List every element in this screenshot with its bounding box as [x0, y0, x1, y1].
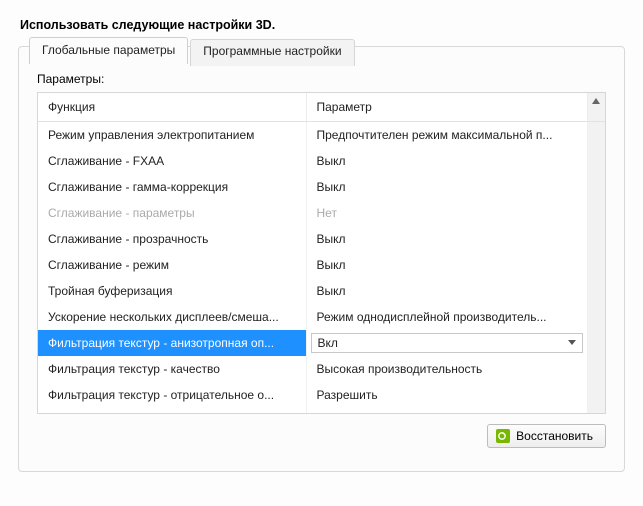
table-row[interactable]: Фильтрация текстур - отрицательное о...Р…: [38, 382, 605, 408]
setting-value[interactable]: Вкл: [306, 330, 587, 356]
scrollbar-track[interactable]: [587, 226, 605, 252]
table-row[interactable]: Ускорение нескольких дисплеев/смеша...Ре…: [38, 304, 605, 330]
table-row[interactable]: Фильтрация текстур - анизотропная оп...В…: [38, 330, 605, 356]
setting-value: Нет: [306, 200, 587, 226]
tab-program[interactable]: Программные настройки: [190, 39, 354, 66]
scrollbar-track[interactable]: [587, 356, 605, 382]
page-title: Использовать следующие настройки 3D.: [20, 18, 625, 32]
setting-value: Выкл: [306, 148, 587, 174]
scrollbar-track[interactable]: [587, 278, 605, 304]
setting-value: Выкл: [306, 174, 587, 200]
setting-value-dropdown[interactable]: Вкл: [311, 333, 583, 353]
chevron-up-icon: [588, 93, 606, 109]
setting-value: Выкл: [306, 278, 587, 304]
setting-name: Тройная буферизация: [38, 278, 306, 304]
table-row[interactable]: Сглаживание - FXAAВыкл: [38, 148, 605, 174]
setting-name: Сглаживание - режим: [38, 252, 306, 278]
scrollbar-track[interactable]: [587, 382, 605, 408]
column-header-parameter[interactable]: Параметр: [306, 93, 587, 122]
table-row[interactable]: Тройная буферизацияВыкл: [38, 278, 605, 304]
setting-value: Разрешить: [306, 382, 587, 408]
setting-name: Ускорение нескольких дисплеев/смеша...: [38, 304, 306, 330]
table-row[interactable]: Сглаживание - режимВыкл: [38, 252, 605, 278]
parameters-label: Параметры:: [37, 72, 606, 86]
setting-name: Фильтрация текстур - качество: [38, 356, 306, 382]
table-row[interactable]: Сглаживание - параметрыНет: [38, 200, 605, 226]
table-row[interactable]: Фильтрация текстур - качествоВысокая про…: [38, 356, 605, 382]
scrollbar-track[interactable]: [587, 200, 605, 226]
column-header-function[interactable]: Функция: [38, 93, 306, 122]
setting-value: Режим однодисплейной производитель...: [306, 304, 587, 330]
setting-name: Режим управления электропитанием: [38, 122, 306, 149]
setting-value: Вкл: [306, 408, 587, 414]
setting-name: Сглаживание - FXAA: [38, 148, 306, 174]
setting-value: Высокая производительность: [306, 356, 587, 382]
scrollbar-track[interactable]: [587, 174, 605, 200]
setting-name: Фильтрация текстур - анизотропная оп...: [38, 330, 306, 356]
setting-value: Выкл: [306, 226, 587, 252]
scrollbar-track[interactable]: [587, 408, 605, 414]
settings-table: Функция Параметр Режим управления электр…: [37, 92, 606, 414]
tab-global[interactable]: Глобальные параметры: [29, 37, 188, 64]
setting-name: Фильтрация текстур - отрицательное о...: [38, 382, 306, 408]
settings-panel: Глобальные параметры Программные настрой…: [18, 46, 625, 472]
tab-bar: Глобальные параметры Программные настрой…: [29, 37, 634, 64]
setting-value: Предпочтителен режим максимальной п...: [306, 122, 587, 149]
scrollbar-track[interactable]: [587, 304, 605, 330]
scrollbar-track[interactable]: [587, 330, 605, 356]
restore-button[interactable]: Восстановить: [487, 424, 606, 448]
scrollbar-track[interactable]: [587, 122, 605, 149]
scrollbar-track[interactable]: [587, 252, 605, 278]
setting-name: Фильтрация текстур - трилинейная опт...: [38, 408, 306, 414]
nvidia-icon: [496, 429, 510, 443]
scrollbar-track[interactable]: [587, 148, 605, 174]
table-row[interactable]: Режим управления электропитаниемПредпочт…: [38, 122, 605, 149]
table-row[interactable]: Фильтрация текстур - трилинейная опт...В…: [38, 408, 605, 414]
table-row[interactable]: Сглаживание - гамма-коррекцияВыкл: [38, 174, 605, 200]
setting-value: Выкл: [306, 252, 587, 278]
setting-name: Сглаживание - параметры: [38, 200, 306, 226]
restore-button-label: Восстановить: [516, 429, 593, 443]
setting-name: Сглаживание - прозрачность: [38, 226, 306, 252]
table-row[interactable]: Сглаживание - прозрачностьВыкл: [38, 226, 605, 252]
scrollbar-up[interactable]: [587, 93, 605, 122]
setting-name: Сглаживание - гамма-коррекция: [38, 174, 306, 200]
